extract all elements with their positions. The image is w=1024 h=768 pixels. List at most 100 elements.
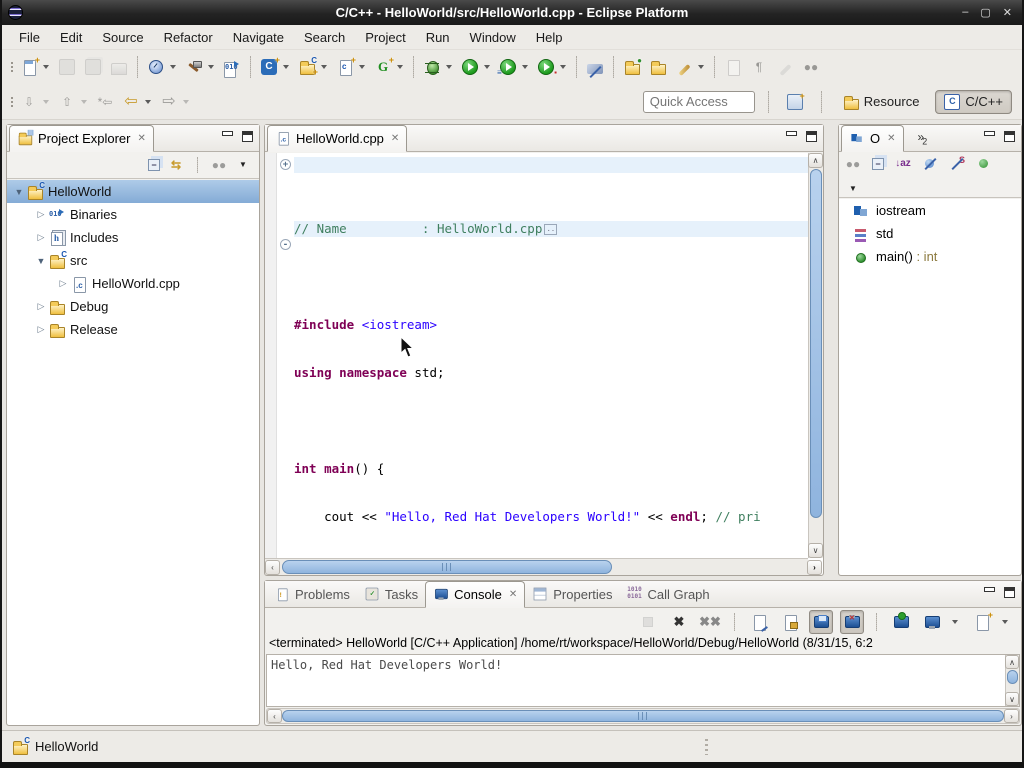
scrollbar-thumb[interactable] <box>810 169 822 518</box>
expander-icon[interactable]: ▷ <box>33 232 49 243</box>
perspective-resource[interactable]: Resource <box>835 91 928 113</box>
console-vertical-scrollbar[interactable]: ∧ ∨ <box>1005 655 1019 706</box>
display-console-button[interactable] <box>920 610 944 634</box>
expander-icon[interactable]: ▷ <box>33 209 49 220</box>
open-type-button[interactable]: ● <box>619 54 645 80</box>
next-annotation-dropdown[interactable] <box>43 100 49 104</box>
editor-horizontal-scrollbar[interactable]: ‹ › <box>265 558 808 575</box>
minimize-button[interactable]: – <box>962 6 968 19</box>
mark-occurrences-button[interactable] <box>582 54 608 80</box>
focus-icon[interactable]: ●● <box>845 156 861 172</box>
scroll-down-icon[interactable]: ∨ <box>1005 692 1019 706</box>
new-c-project-button[interactable]: C+ <box>256 54 282 80</box>
external-tools-dropdown[interactable] <box>170 65 176 69</box>
clear-console-button[interactable] <box>747 610 771 634</box>
menu-navigate[interactable]: Navigate <box>224 27 293 48</box>
tree-item-includes[interactable]: ▷ Includes <box>7 226 259 249</box>
last-edit-button[interactable] <box>720 54 746 80</box>
search-button[interactable] <box>671 54 697 80</box>
debug-dropdown[interactable] <box>446 65 452 69</box>
open-console-button[interactable]: + <box>970 610 994 634</box>
coverage-dropdown[interactable] <box>560 65 566 69</box>
fold-expand-marker[interactable]: + <box>280 159 291 170</box>
collapse-all-icon[interactable]: − <box>872 158 884 170</box>
last-edit-location-button[interactable]: *⇦ <box>92 89 118 115</box>
forward-dropdown[interactable] <box>183 100 189 104</box>
profile-button[interactable]: ≡ <box>495 54 521 80</box>
new-wizard-dropdown[interactable] <box>43 65 49 69</box>
sort-icon[interactable]: ↓az <box>895 156 911 172</box>
remove-all-terminated-button[interactable]: ✖✖ <box>698 610 722 634</box>
editor-vertical-scrollbar[interactable]: ∧ ∨ <box>808 153 823 558</box>
scroll-lock-button[interactable] <box>778 610 802 634</box>
minimize-view-button[interactable] <box>221 131 232 140</box>
tab-helloworld-cpp[interactable]: .c HelloWorld.cpp ✕ <box>267 125 407 152</box>
minimize-view-button[interactable] <box>983 587 994 596</box>
run-button[interactable] <box>457 54 483 80</box>
external-tools-button[interactable] <box>143 54 169 80</box>
new-wizard-button[interactable]: + <box>16 54 42 80</box>
fold-collapse-marker[interactable]: - <box>280 239 291 250</box>
view-menu-icon[interactable]: ▼ <box>845 181 861 197</box>
tab-tasks[interactable]: ✓ Tasks <box>357 582 425 607</box>
scroll-right-icon[interactable]: › <box>807 560 822 575</box>
previous-annotation-dropdown[interactable] <box>81 100 87 104</box>
expander-icon[interactable]: ▼ <box>11 187 27 197</box>
forward-button[interactable]: ⇨ <box>156 89 182 115</box>
new-c-folder-dropdown[interactable] <box>321 65 327 69</box>
statusbar-drag-handle[interactable] <box>705 739 708 755</box>
tree-item-release[interactable]: ▷ Release <box>7 318 259 341</box>
new-c-project-dropdown[interactable] <box>283 65 289 69</box>
tab-problems[interactable]: ! Problems <box>267 582 357 607</box>
menu-help[interactable]: Help <box>527 27 572 48</box>
open-perspective-button[interactable]: + <box>782 89 808 115</box>
scrollbar-thumb[interactable] <box>282 560 612 574</box>
folded-region-box[interactable]: .. <box>544 224 557 235</box>
new-c-file-dropdown[interactable] <box>359 65 365 69</box>
scrollbar-thumb[interactable] <box>1007 670 1018 684</box>
code-text[interactable]: // Name : HelloWorld.cpp.. #include <ios… <box>294 153 808 558</box>
scroll-left-icon[interactable]: ‹ <box>265 560 280 575</box>
quick-access-input[interactable] <box>643 91 755 113</box>
expander-icon[interactable]: ▷ <box>33 324 49 335</box>
menu-search[interactable]: Search <box>295 27 354 48</box>
stacked-views-indicator[interactable]: »2 <box>918 130 926 146</box>
close-icon[interactable]: ✕ <box>137 133 145 144</box>
build-button[interactable] <box>181 54 207 80</box>
expander-icon[interactable]: ▷ <box>33 301 49 312</box>
menu-refactor[interactable]: Refactor <box>155 27 222 48</box>
more-actions-button[interactable]: ●● <box>798 54 824 80</box>
tree-item-src[interactable]: ▼ C src <box>7 249 259 272</box>
scroll-left-icon[interactable]: ‹ <box>267 709 282 723</box>
maximize-view-button[interactable] <box>1004 131 1015 142</box>
hide-fields-icon[interactable] <box>922 156 938 172</box>
display-console-dropdown[interactable] <box>952 620 958 624</box>
coverage-button[interactable]: ▪ <box>533 54 559 80</box>
hide-non-public-icon[interactable] <box>976 156 992 172</box>
link-with-editor-icon[interactable]: ⇆ <box>168 157 184 173</box>
menu-project[interactable]: Project <box>356 27 414 48</box>
close-button[interactable]: ✕ <box>1003 6 1012 19</box>
expander-icon[interactable]: ▼ <box>33 256 49 266</box>
tab-properties[interactable]: Properties <box>525 582 619 607</box>
search-dropdown[interactable] <box>698 65 704 69</box>
back-button[interactable]: ⇦ <box>118 89 144 115</box>
maximize-view-button[interactable] <box>1004 587 1015 598</box>
outline-item-main[interactable]: main() : int <box>839 245 1021 268</box>
outline-item-std[interactable]: std <box>839 222 1021 245</box>
tree-item-binaries[interactable]: ▷ Binaries <box>7 203 259 226</box>
remove-launch-button[interactable]: ✖ <box>667 610 691 634</box>
tab-outline[interactable]: O ✕ <box>841 125 904 152</box>
minimize-view-button[interactable] <box>785 131 796 140</box>
code-editor[interactable]: + - // Name : HelloWorld.cpp.. #include … <box>265 153 823 575</box>
new-c-file-button[interactable]: c+ <box>332 54 358 80</box>
console-horizontal-scrollbar[interactable]: ‹ › <box>266 708 1020 724</box>
annotation-ruler[interactable] <box>265 153 277 558</box>
scroll-up-icon[interactable]: ∧ <box>1005 655 1019 669</box>
focus-icon[interactable]: ●● <box>211 157 227 173</box>
new-c-folder-button[interactable]: C+ <box>294 54 320 80</box>
show-stdout-button[interactable] <box>809 610 833 634</box>
tab-console[interactable]: Console ✕ <box>425 581 525 608</box>
build-dropdown[interactable] <box>208 65 214 69</box>
view-menu-icon[interactable]: ▼ <box>235 157 251 173</box>
